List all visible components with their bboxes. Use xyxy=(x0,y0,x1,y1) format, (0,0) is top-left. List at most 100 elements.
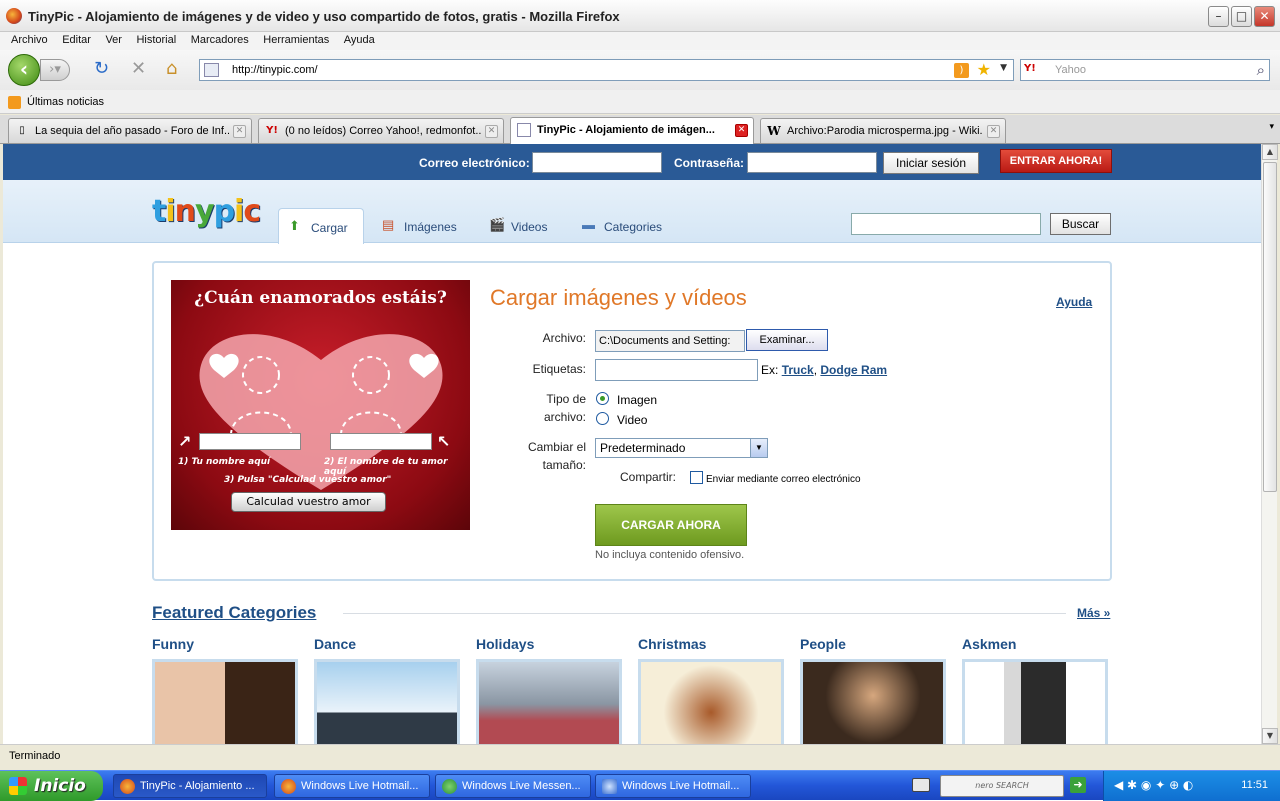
tab-close-icon[interactable]: ✕ xyxy=(233,125,246,138)
minimize-button[interactable]: – xyxy=(1208,6,1229,27)
search-placeholder[interactable]: Yahoo xyxy=(1055,64,1086,76)
tab-yahoo-mail[interactable]: Y! (0 no leídos) Correo Yahoo!, redmonfo… xyxy=(258,118,504,143)
yahoo-engine-icon[interactable]: Y! xyxy=(1024,63,1036,74)
task-hotmail-2[interactable]: Windows Live Hotmail... xyxy=(595,774,751,798)
example-dodge-ram-link[interactable]: Dodge Ram xyxy=(820,363,887,377)
logo-letter: n xyxy=(174,194,196,229)
menu-archivo[interactable]: Archivo xyxy=(11,32,48,49)
tab-wikipedia[interactable]: W Archivo:Parodia microsperma.jpg - Wiki… xyxy=(760,118,1006,143)
task-messenger[interactable]: Windows Live Messen... xyxy=(435,774,591,798)
enter-now-button[interactable]: ENTRAR AHORA! xyxy=(1000,149,1112,173)
tab-videos[interactable]: 🎬 Videos xyxy=(479,208,559,243)
category-name[interactable]: Funny xyxy=(152,636,300,652)
bookmark-star-icon[interactable]: ★ xyxy=(977,60,991,80)
help-link[interactable]: Ayuda xyxy=(1056,295,1092,309)
your-name-field[interactable] xyxy=(199,433,301,450)
category-name[interactable]: Dance xyxy=(314,636,462,652)
scroll-thumb[interactable] xyxy=(1263,162,1277,492)
scroll-up-icon[interactable]: ▲ xyxy=(1262,144,1278,160)
tags-label: Etiquetas: xyxy=(532,362,586,376)
category-funny[interactable]: Funny xyxy=(152,636,300,744)
menu-ver[interactable]: Ver xyxy=(105,32,122,49)
menu-herramientas[interactable]: Herramientas xyxy=(263,32,329,49)
category-name[interactable]: Holidays xyxy=(476,636,624,652)
category-name[interactable]: People xyxy=(800,636,948,652)
close-button[interactable]: ✕ xyxy=(1254,6,1275,27)
featured-categories-title[interactable]: Featured Categories xyxy=(152,603,316,623)
url-text[interactable]: http://tinypic.com/ xyxy=(232,64,318,76)
file-path-field[interactable]: C:\Documents and Setting: xyxy=(595,330,745,352)
calculate-love-button[interactable]: Calculad vuestro amor xyxy=(231,492,386,512)
firefox-icon xyxy=(120,779,135,794)
tab-foro[interactable]: ▯ La sequia del año pasado - Foro de Inf… xyxy=(8,118,252,143)
search-icon[interactable]: ⌕ xyxy=(1257,61,1265,79)
type-video-radio[interactable] xyxy=(596,412,609,425)
category-name[interactable]: Askmen xyxy=(962,636,1110,652)
tinypic-logo[interactable]: tinypic xyxy=(152,194,261,229)
love-calculator-ad[interactable]: ¿Cuán enamorados estáis? ↗ ↖ 1) Tu nombr… xyxy=(171,280,470,530)
upload-now-button[interactable]: CARGAR AHORA xyxy=(595,504,747,546)
category-dance[interactable]: Dance xyxy=(314,636,462,744)
site-identity-icon[interactable] xyxy=(204,63,219,77)
signin-button[interactable]: Iniciar sesión xyxy=(883,152,979,174)
category-askmen[interactable]: Askmen xyxy=(962,636,1110,744)
category-thumbnail[interactable] xyxy=(962,659,1108,744)
tab-close-icon[interactable]: ✕ xyxy=(485,125,498,138)
maximize-button[interactable]: □ xyxy=(1231,6,1252,27)
task-tinypic[interactable]: TinyPic - Alojamiento ... xyxy=(113,774,267,798)
more-link[interactable]: Más » xyxy=(1077,606,1110,620)
site-search-button[interactable]: Buscar xyxy=(1050,213,1111,235)
bookmarks-toolbar: Últimas noticias xyxy=(0,90,1280,114)
home-icon[interactable]: ⌂ xyxy=(166,60,177,78)
email-field[interactable] xyxy=(532,152,662,173)
keyboard-icon[interactable] xyxy=(912,778,930,792)
category-christmas[interactable]: Christmas xyxy=(638,636,786,744)
bookmark-latest-news[interactable]: Últimas noticias xyxy=(27,96,104,108)
type-image-radio[interactable] xyxy=(596,392,609,405)
category-thumbnail[interactable] xyxy=(476,659,622,744)
forward-button[interactable]: ›▾ xyxy=(40,59,70,81)
tab-close-icon[interactable]: ✕ xyxy=(987,125,1000,138)
nero-search-box[interactable]: nero SEARCH xyxy=(940,775,1064,797)
category-thumbnail[interactable] xyxy=(152,659,298,744)
menu-ayuda[interactable]: Ayuda xyxy=(344,32,375,49)
email-share-checkbox[interactable] xyxy=(690,471,703,484)
rss-icon[interactable]: ) xyxy=(954,63,969,78)
site-search-input[interactable] xyxy=(851,213,1041,235)
tab-imagenes[interactable]: ▤ Imágenes xyxy=(372,208,462,243)
tab-list-icon[interactable]: ▾ xyxy=(1269,122,1274,132)
category-holidays[interactable]: Holidays xyxy=(476,636,624,744)
tags-input[interactable] xyxy=(595,359,758,381)
menu-historial[interactable]: Historial xyxy=(136,32,176,49)
back-button[interactable]: ‹ xyxy=(8,54,40,86)
browse-button[interactable]: Examinar... xyxy=(746,329,828,351)
search-bar[interactable]: Y! Yahoo ⌕ xyxy=(1020,59,1270,81)
chevron-down-icon[interactable]: ▼ xyxy=(750,439,767,457)
task-hotmail-1[interactable]: Windows Live Hotmail... xyxy=(274,774,430,798)
category-thumbnail[interactable] xyxy=(638,659,784,744)
tab-tinypic[interactable]: TinyPic - Alojamiento de imágen... ✕ xyxy=(510,117,754,144)
vertical-scrollbar[interactable]: ▲ ▼ xyxy=(1261,144,1278,744)
resize-select[interactable]: Predeterminado ▼ xyxy=(595,438,768,458)
love-name-field[interactable] xyxy=(330,433,432,450)
start-button[interactable]: Inicio xyxy=(0,771,103,801)
category-thumbnail[interactable] xyxy=(800,659,946,744)
category-people[interactable]: People xyxy=(800,636,948,744)
category-thumbnail[interactable] xyxy=(314,659,460,744)
reload-icon[interactable]: ↻ xyxy=(94,60,109,78)
tray-icons[interactable]: ◀ ✱ ◉ ✦ ⊕ ◐ xyxy=(1114,778,1193,792)
menu-marcadores[interactable]: Marcadores xyxy=(191,32,249,49)
tab-close-icon[interactable]: ✕ xyxy=(735,124,748,137)
scroll-down-icon[interactable]: ▼ xyxy=(1262,728,1278,744)
address-bar[interactable]: http://tinypic.com/ ) ★ ▼ xyxy=(199,59,1014,81)
firefox-icon xyxy=(6,8,22,24)
example-truck-link[interactable]: Truck xyxy=(782,363,814,377)
tab-cargar[interactable]: ⬆ Cargar xyxy=(278,208,364,244)
category-name[interactable]: Christmas xyxy=(638,636,786,652)
stop-icon[interactable]: ✕ xyxy=(131,60,146,78)
password-field[interactable] xyxy=(747,152,877,173)
tab-categories[interactable]: ▬ Categories xyxy=(572,208,672,243)
history-dropdown-icon[interactable]: ▼ xyxy=(1000,63,1007,73)
menu-editar[interactable]: Editar xyxy=(62,32,91,49)
go-arrow-icon[interactable]: ➜ xyxy=(1070,777,1086,793)
